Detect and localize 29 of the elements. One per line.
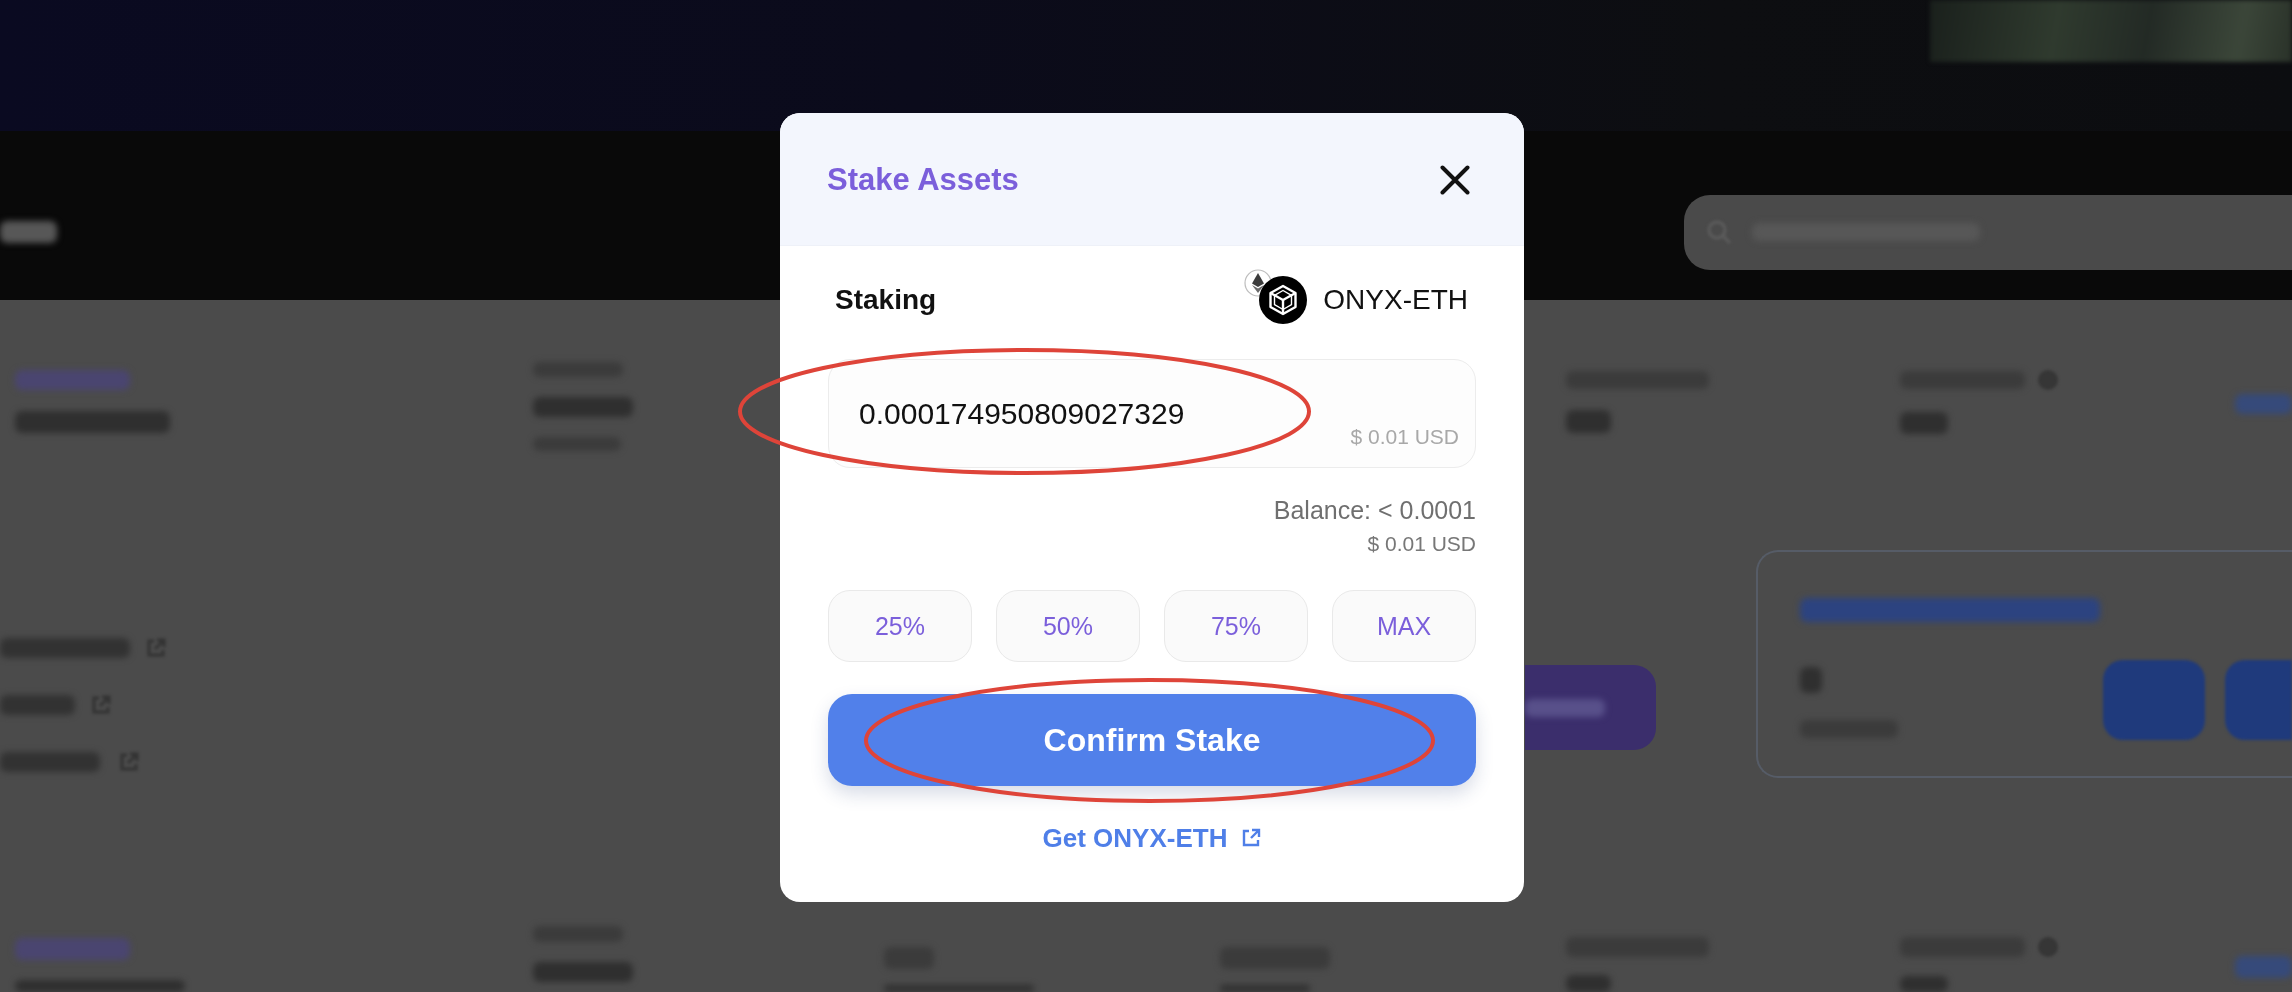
blurred-text	[2235, 956, 2292, 978]
blurred-text	[2235, 394, 2292, 414]
balance-usd: $ 0.01 USD	[1367, 531, 1476, 557]
blurred-text	[1800, 667, 1822, 693]
amount-preset-button[interactable]: 75%	[1164, 590, 1308, 662]
blurred-text	[1566, 410, 1611, 433]
usd-estimate: $ 0.01 USD	[1350, 425, 1459, 449]
get-token-link[interactable]: Get ONYX-ETH	[1042, 823, 1262, 853]
modal-title: Stake Assets	[827, 162, 1019, 198]
amount-preset-button[interactable]: 50%	[996, 590, 1140, 662]
token-symbol: ONYX-ETH	[1323, 284, 1468, 316]
confirm-stake-button[interactable]: Confirm Stake	[828, 694, 1476, 786]
blurred-text	[1900, 412, 1948, 434]
amount-preset-button[interactable]: MAX	[1332, 590, 1476, 662]
search-field[interactable]	[1684, 194, 2292, 270]
blurred-button[interactable]	[1525, 665, 1656, 750]
external-link-icon	[1241, 828, 1262, 848]
blurred-text	[1900, 976, 1948, 992]
blurred-button[interactable]	[2103, 660, 2205, 740]
amount-field[interactable]: 0.000174950809027329 $ 0.01 USD	[828, 359, 1476, 468]
section-label: Staking	[835, 284, 937, 316]
close-button[interactable]	[1440, 165, 1470, 195]
close-icon	[1440, 165, 1470, 195]
cube-logo-icon	[1259, 276, 1308, 324]
balance-text: Balance: < 0.0001	[1273, 496, 1476, 524]
blurred-text	[1566, 975, 1611, 992]
amount-preset-button[interactable]: 25%	[828, 590, 972, 662]
blurred-button[interactable]	[2225, 660, 2292, 740]
blurred-text	[0, 221, 57, 243]
